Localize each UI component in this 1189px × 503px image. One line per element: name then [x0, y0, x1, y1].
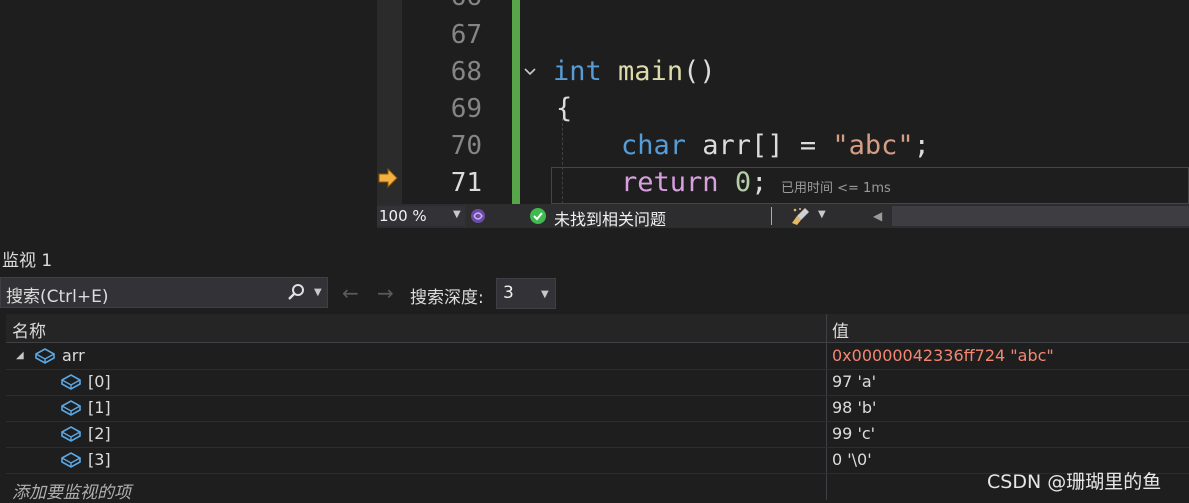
chevron-down-icon[interactable]: ▼ [818, 209, 826, 220]
code-editor[interactable]: 66 67 68 69 70 71 int main() { char arr[… [0, 0, 1189, 240]
search-depth-value: 3 [503, 283, 514, 303]
zoom-dropdown[interactable]: 100 % ▼ [377, 206, 465, 226]
watch-value[interactable]: 0 '\0' [832, 450, 872, 469]
elapsed-time-hint: 已用时间 <= 1ms [781, 181, 891, 196]
watch-name: arr [62, 346, 85, 365]
back-arrow-icon[interactable]: ← [342, 281, 359, 305]
watch-window: 监视 1 搜索(Ctrl+E) ▼ ← → 搜索深度: 3 ▼ 名称 值 ◢ a… [0, 240, 1189, 503]
watermark: CSDN @珊瑚里的鱼 [987, 471, 1162, 493]
search-depth-select[interactable]: 3 ▼ [496, 278, 556, 309]
zoom-value: 100 % [379, 207, 427, 225]
watch-row[interactable]: [2] 99 'c' [6, 421, 1189, 448]
variable-icon [60, 451, 82, 469]
variable-icon [34, 347, 56, 365]
column-header-value[interactable]: 值 [832, 317, 849, 342]
code-token: arr[] = [686, 130, 833, 161]
expand-triangle-icon[interactable]: ◢ [16, 350, 24, 361]
keyword: return [621, 167, 719, 198]
watch-value[interactable]: 97 'a' [832, 372, 876, 391]
editor-status-bar: 100 % ▼ 未找到相关问题 ▼ ◀ [377, 204, 1189, 230]
chevron-down-icon: ▼ [453, 209, 461, 220]
watch-value[interactable]: 98 'b' [832, 398, 876, 417]
function-name: main [618, 56, 684, 87]
panel-title: 监视 1 [2, 251, 53, 271]
keyword: int [553, 56, 602, 87]
add-watch-placeholder[interactable]: 添加要监视的项 [12, 478, 131, 503]
search-placeholder: 搜索(Ctrl+E) [6, 287, 109, 307]
grid-header: 名称 值 [6, 314, 1189, 343]
code-token: () [683, 56, 716, 87]
code-line-71[interactable]: return 0; [621, 167, 767, 198]
horizontal-scrollbar[interactable] [892, 206, 1189, 226]
intellicode-icon[interactable] [469, 207, 487, 225]
line-number: 69 [450, 94, 482, 124]
line-number: 68 [450, 57, 482, 87]
change-tracking-bar [512, 0, 520, 204]
code-token: ; [751, 167, 768, 198]
fold-chevron-icon[interactable] [522, 64, 542, 84]
search-icon[interactable] [287, 283, 305, 301]
watch-row[interactable]: ◢ arr 0x00000042336ff724 "abc" [6, 343, 1189, 370]
watch-value[interactable]: 99 'c' [832, 424, 875, 443]
watch-name: [0] [88, 372, 111, 391]
divider [771, 207, 772, 225]
forward-arrow-icon[interactable]: → [377, 281, 394, 305]
line-number-partial: 66 [402, 0, 482, 12]
variable-icon [60, 399, 82, 417]
number-literal: 0 [734, 167, 752, 198]
line-number: 70 [450, 131, 482, 161]
code-token: ; [913, 130, 930, 161]
execution-pointer-icon[interactable] [377, 167, 399, 189]
scroll-left-icon[interactable]: ◀ [873, 209, 882, 223]
watch-row[interactable]: [0] 97 'a' [6, 369, 1189, 396]
line-number-current: 71 [450, 168, 482, 198]
chevron-down-icon: ▼ [541, 289, 549, 300]
keyword: char [621, 130, 687, 161]
variable-icon [60, 425, 82, 443]
line-number: 67 [450, 20, 482, 50]
chevron-down-icon[interactable]: ▼ [314, 287, 322, 298]
watch-row[interactable]: [1] 98 'b' [6, 395, 1189, 422]
code-line-69[interactable]: { [556, 93, 572, 124]
editor-left-blank [0, 0, 377, 240]
search-depth-label: 搜索深度: [410, 288, 484, 308]
issues-status-text[interactable]: 未找到相关问题 [554, 206, 666, 230]
column-header-name[interactable]: 名称 [12, 317, 46, 342]
code-token: { [556, 93, 573, 124]
code-line-70[interactable]: char arr[] = "abc"; [621, 130, 930, 161]
watch-name: [1] [88, 398, 111, 417]
watch-value[interactable]: 0x00000042336ff724 "abc" [832, 346, 1054, 365]
string-literal: "abc" [832, 130, 914, 161]
search-input[interactable]: 搜索(Ctrl+E) ▼ [0, 277, 328, 308]
code-cleanup-icon[interactable] [791, 206, 813, 226]
code-line-68[interactable]: int main() [553, 56, 716, 87]
watch-name: [3] [88, 450, 111, 469]
watch-name: [2] [88, 424, 111, 443]
check-circle-icon [530, 208, 546, 224]
variable-icon [60, 373, 82, 391]
